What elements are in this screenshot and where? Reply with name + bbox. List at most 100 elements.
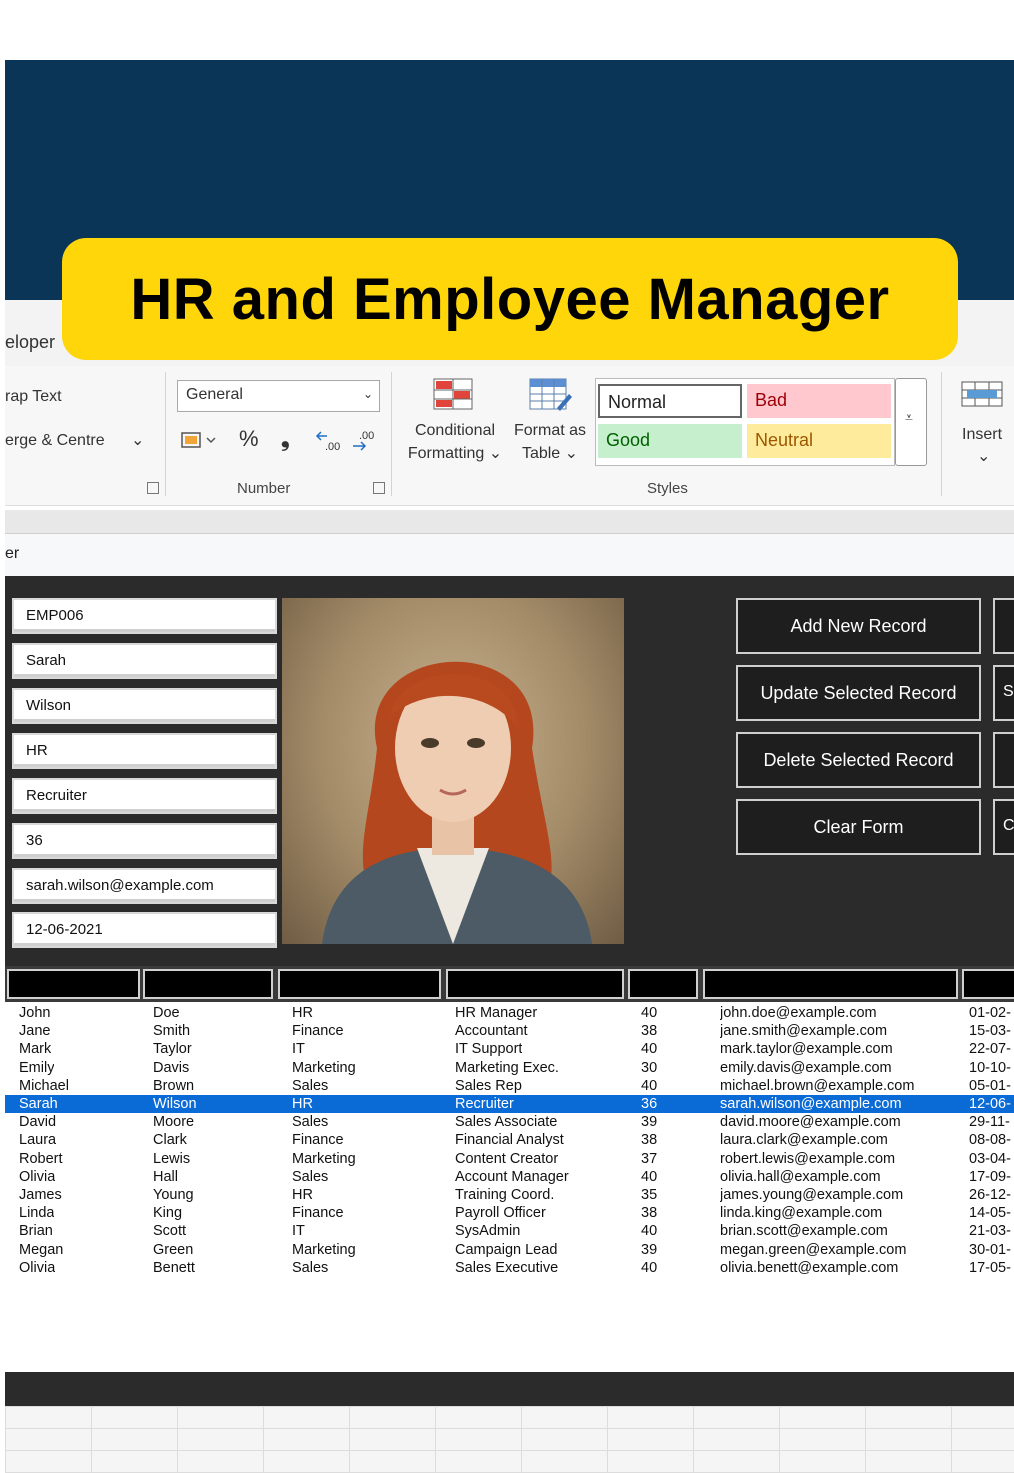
table-row[interactable]: Megan Green Marketing Campaign Lead 39 megan.… bbox=[5, 1241, 1014, 1259]
number-launcher-icon[interactable] bbox=[373, 482, 385, 494]
table-row[interactable]: David Moore Sales Sales Associate 39 david.mo… bbox=[5, 1113, 1014, 1131]
style-bad[interactable]: Bad bbox=[747, 384, 891, 418]
cell-last-name: Taylor bbox=[153, 1041, 192, 1058]
column-header-job-title[interactable] bbox=[446, 969, 624, 999]
worksheet-grid[interactable] bbox=[5, 1406, 1014, 1473]
cell-hours: 40 bbox=[641, 1041, 658, 1058]
first-name-field[interactable]: Sarah bbox=[12, 643, 277, 679]
employee-portrait-image bbox=[322, 661, 592, 944]
form-title: er bbox=[5, 545, 20, 562]
cell-job-title: Account Manager bbox=[455, 1168, 569, 1185]
decrease-decimal-icon[interactable]: .00 bbox=[351, 428, 377, 459]
increase-decimal-icon[interactable]: .00 bbox=[315, 428, 341, 459]
insert-button[interactable]: Insert bbox=[962, 426, 1002, 444]
cell-email: laura.clark@example.com bbox=[720, 1132, 888, 1149]
hours-field[interactable]: 36 bbox=[12, 823, 277, 859]
table-row[interactable]: Mark Taylor IT IT Support 40 mark.taylor@exam… bbox=[5, 1040, 1014, 1058]
format-as-table-button[interactable]: Format as Table ⌄ bbox=[507, 422, 593, 463]
cell-first-name: David bbox=[19, 1114, 57, 1131]
table-row[interactable]: Laura Clark Finance Financial Analyst 38 laur… bbox=[5, 1131, 1014, 1149]
cell-first-name: Jane bbox=[19, 1023, 51, 1040]
cell-hours: 38 bbox=[641, 1205, 658, 1222]
cell-start-date: 30-01- bbox=[969, 1241, 1011, 1258]
accounting-format-icon[interactable] bbox=[181, 430, 217, 457]
column-header-start-date[interactable] bbox=[962, 969, 1014, 999]
column-header-last-name[interactable] bbox=[143, 969, 273, 999]
column-header-first-name[interactable] bbox=[7, 969, 140, 999]
table-row[interactable]: Brian Scott IT SysAdmin 40 brian.scott@exampl… bbox=[5, 1222, 1014, 1240]
table-row[interactable]: Robert Lewis Marketing Content Creator 37 rob… bbox=[5, 1150, 1014, 1168]
delete-selected-record-button[interactable]: Delete Selected Record bbox=[736, 732, 981, 788]
cell-job-title: Accountant bbox=[455, 1023, 528, 1040]
start-date-field[interactable]: 12-06-2021 bbox=[12, 912, 277, 948]
tab-developer[interactable]: eloper bbox=[5, 332, 55, 353]
style-normal-label: Normal bbox=[608, 392, 667, 412]
conditional-formatting-label-2: Formatting ⌄ bbox=[407, 445, 503, 462]
cell-start-date: 14-05- bbox=[969, 1205, 1011, 1222]
cell-job-title: Training Coord. bbox=[455, 1187, 555, 1203]
title-banner: HR and Employee Manager bbox=[62, 238, 958, 360]
employee-id-field[interactable]: EMP006 bbox=[12, 598, 277, 634]
style-neutral[interactable]: Neutral bbox=[747, 424, 891, 458]
cell-hours: 40 bbox=[641, 1005, 658, 1021]
wrap-text-button[interactable]: rap Text bbox=[5, 388, 62, 406]
table-row[interactable]: James Young HR Training Coord. 35 james.young… bbox=[5, 1186, 1014, 1204]
conditional-formatting-button[interactable]: Conditional Formatting ⌄ bbox=[405, 422, 505, 463]
job-title-field[interactable]: Recruiter bbox=[12, 778, 277, 814]
side-button-3[interactable] bbox=[993, 732, 1014, 788]
cell-last-name: Brown bbox=[153, 1077, 195, 1094]
svg-text:.00: .00 bbox=[359, 430, 374, 442]
table-row[interactable]: Linda King Finance Payroll Officer 38 linda.k… bbox=[5, 1204, 1014, 1222]
table-row[interactable]: John Doe HR HR Manager 40 john.doe@example.co… bbox=[5, 1004, 1014, 1022]
cell-department: Marketing bbox=[292, 1150, 356, 1167]
format-as-table-icon bbox=[529, 378, 573, 419]
employee-list[interactable]: John Doe HR HR Manager 40 john.doe@example.co… bbox=[5, 1002, 1014, 1372]
column-header-department[interactable] bbox=[278, 969, 441, 999]
email-field[interactable]: sarah.wilson@example.com bbox=[12, 868, 277, 904]
cell-department: HR bbox=[292, 1096, 313, 1112]
merge-centre-button[interactable]: erge & Centre bbox=[5, 432, 105, 450]
cell-email: john.doe@example.com bbox=[720, 1005, 877, 1021]
cell-job-title: Sales Associate bbox=[455, 1114, 558, 1131]
merge-dropdown-icon[interactable]: ⌄ bbox=[131, 430, 144, 450]
style-good[interactable]: Good bbox=[598, 424, 742, 458]
table-row[interactable]: Olivia Hall Sales Account Manager 40 olivia.h… bbox=[5, 1168, 1014, 1186]
column-header-hours[interactable] bbox=[628, 969, 698, 999]
number-format-select[interactable]: General ⌄ bbox=[177, 380, 380, 412]
cell-email: brian.scott@example.com bbox=[720, 1223, 888, 1240]
form-bottom-bar bbox=[5, 1372, 1014, 1406]
cell-email: olivia.hall@example.com bbox=[720, 1168, 881, 1185]
styles-gallery-expand[interactable]: ⩡ bbox=[895, 378, 927, 466]
side-button-2[interactable]: S bbox=[993, 665, 1014, 721]
cell-last-name: Davis bbox=[153, 1059, 190, 1076]
side-button-1[interactable] bbox=[993, 598, 1014, 654]
style-normal[interactable]: Normal bbox=[598, 384, 742, 418]
add-new-record-button[interactable]: Add New Record bbox=[736, 598, 981, 654]
cell-hours: 39 bbox=[641, 1241, 658, 1258]
table-row[interactable]: Jane Smith Finance Accountant 38 jane.smith@e… bbox=[5, 1022, 1014, 1040]
cell-hours: 35 bbox=[641, 1187, 658, 1203]
department-field[interactable]: HR bbox=[12, 733, 277, 769]
column-header-email[interactable] bbox=[703, 969, 958, 999]
cell-email: michael.brown@example.com bbox=[720, 1077, 915, 1094]
cell-start-date: 05-01- bbox=[969, 1077, 1011, 1094]
last-name-field[interactable]: Wilson bbox=[12, 688, 277, 724]
format-as-table-label-1: Format as bbox=[513, 422, 586, 439]
alignment-launcher-icon[interactable] bbox=[147, 482, 159, 494]
cell-start-date: 03-04- bbox=[969, 1150, 1011, 1167]
conditional-formatting-label-1: Conditional bbox=[414, 422, 496, 439]
cell-job-title: Campaign Lead bbox=[455, 1241, 558, 1258]
cell-department: IT bbox=[292, 1223, 305, 1240]
side-button-4[interactable]: C bbox=[993, 799, 1014, 855]
update-selected-record-button[interactable]: Update Selected Record bbox=[736, 665, 981, 721]
table-row[interactable]: Sarah Wilson HR Recruiter 36 sarah.wilson@exa… bbox=[5, 1095, 1014, 1113]
insert-dropdown-icon[interactable]: ⌄ bbox=[977, 446, 990, 466]
clear-form-button[interactable]: Clear Form bbox=[736, 799, 981, 855]
percent-style-button[interactable]: % bbox=[239, 426, 259, 452]
table-row[interactable]: Olivia Benett Sales Sales Executive 40 olivia… bbox=[5, 1259, 1014, 1277]
comma-style-button[interactable]: ❟ bbox=[281, 426, 290, 452]
cell-email: mark.taylor@example.com bbox=[720, 1041, 893, 1058]
table-row[interactable]: Michael Brown Sales Sales Rep 40 michael.brow… bbox=[5, 1077, 1014, 1095]
ribbon-bottom-strip bbox=[5, 510, 1014, 534]
table-row[interactable]: Emily Davis Marketing Marketing Exec. 30 emil… bbox=[5, 1059, 1014, 1077]
